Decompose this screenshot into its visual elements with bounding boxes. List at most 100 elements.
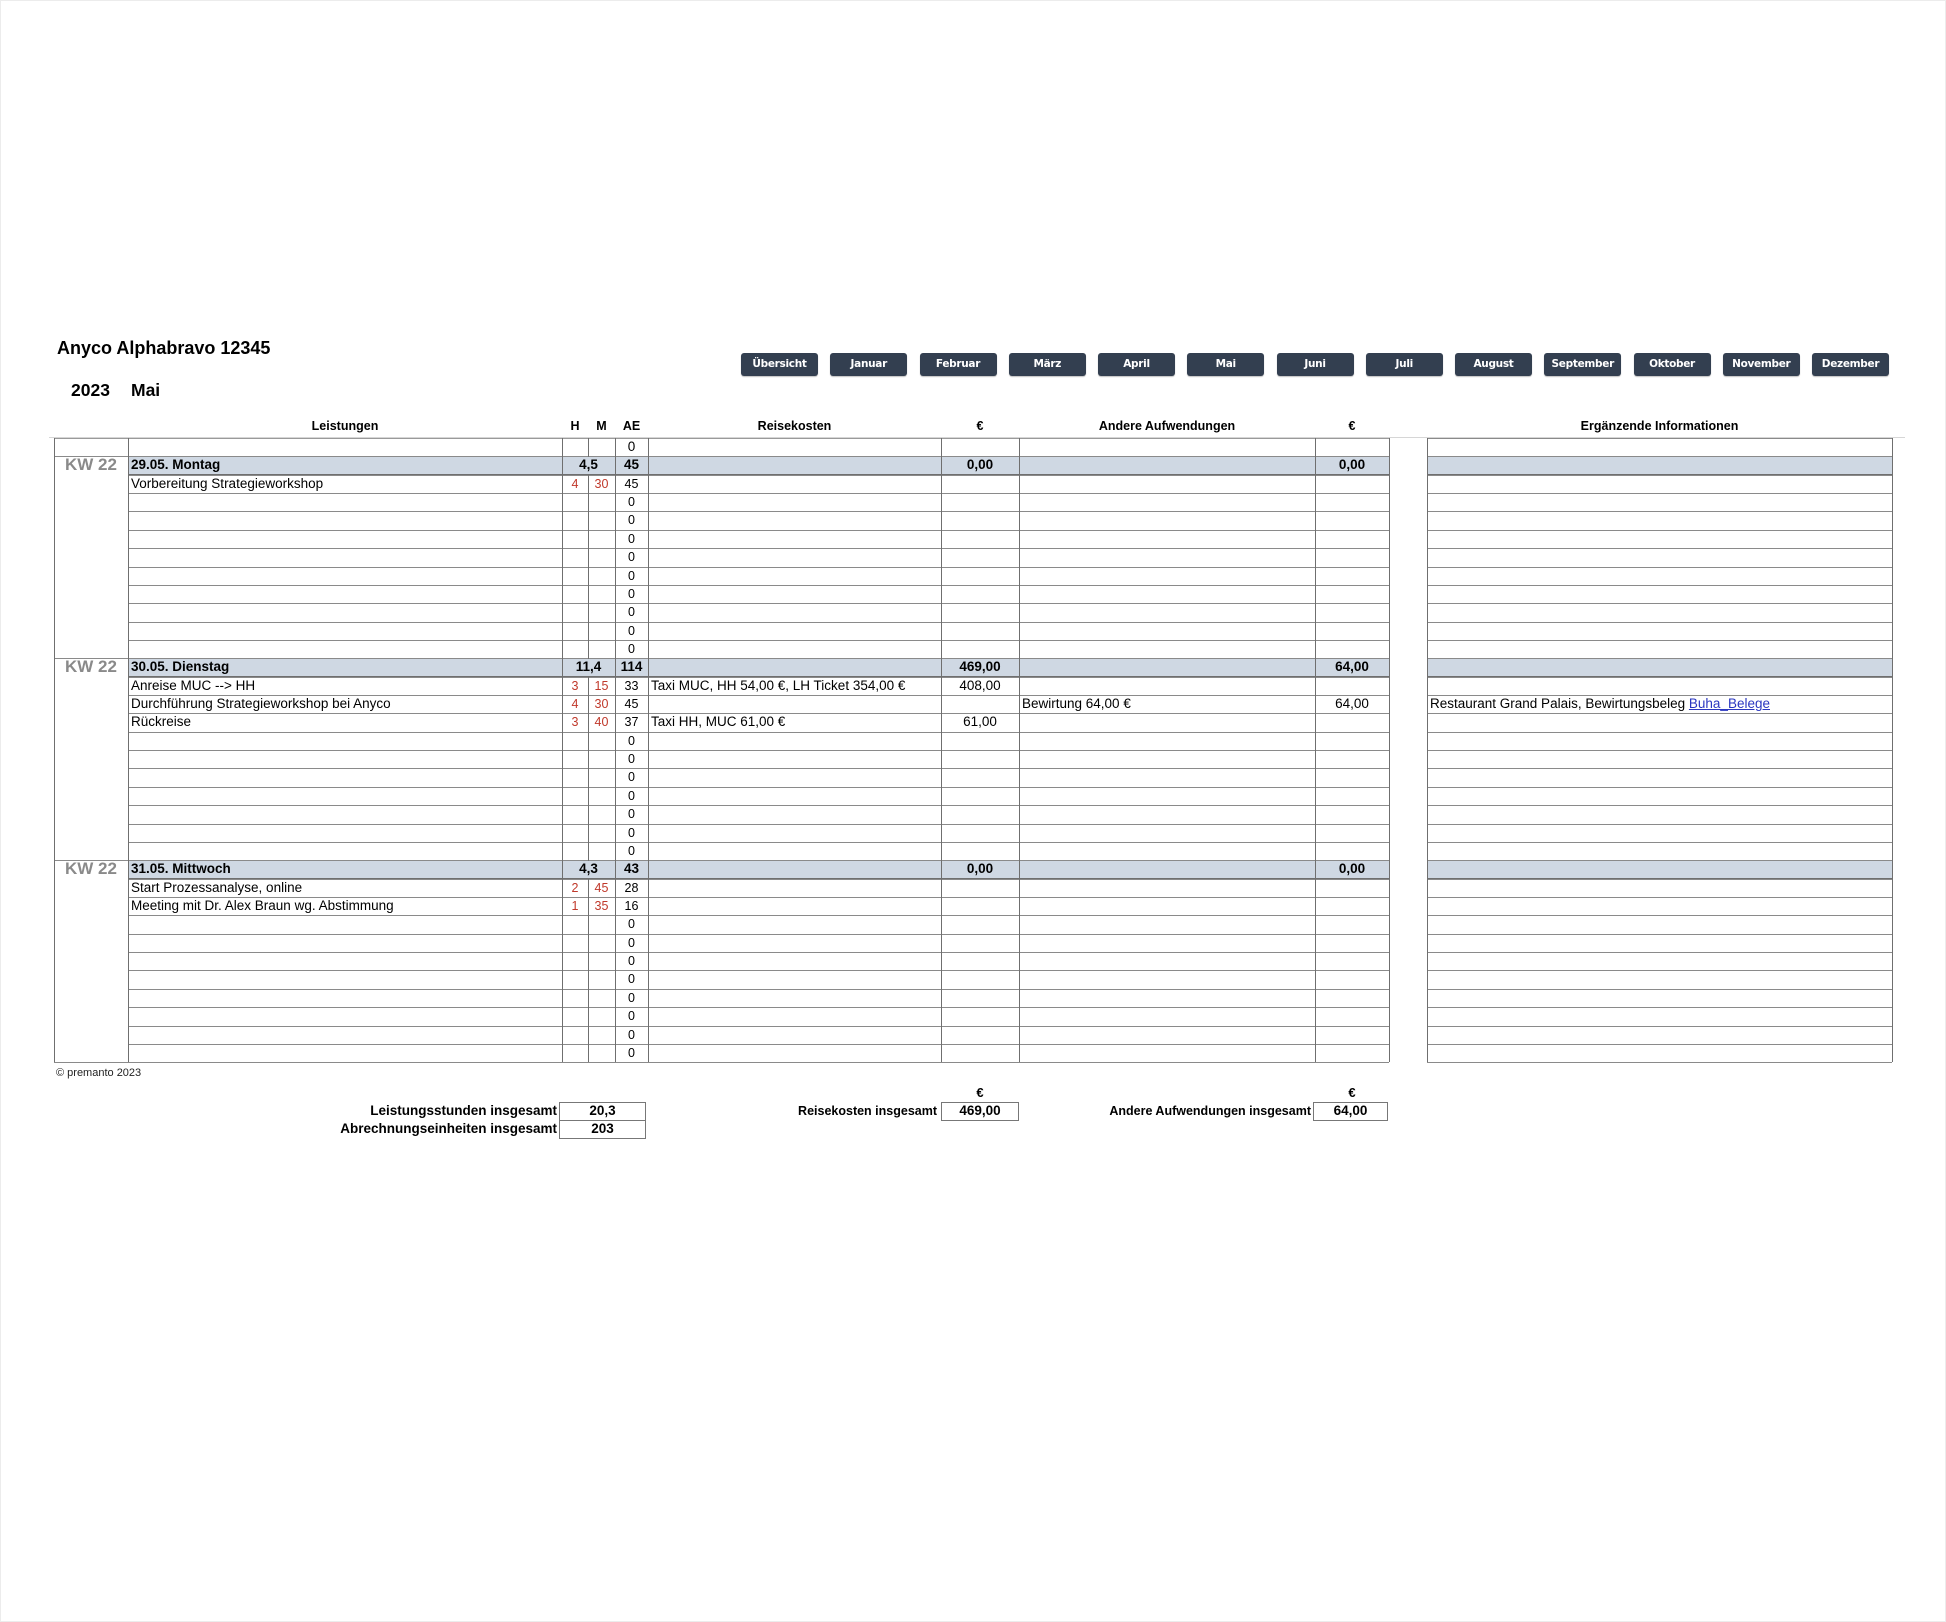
info-cell[interactable]: Restaurant Grand Palais, Bewirtungsbeleg… bbox=[1430, 695, 1890, 713]
ae-cell: 0 bbox=[628, 550, 635, 565]
ae-cell: 0 bbox=[628, 641, 635, 656]
info-row-line bbox=[1427, 933, 1892, 935]
row-line bbox=[128, 933, 1389, 935]
row-line bbox=[128, 529, 1389, 531]
ae-cell: 0 bbox=[628, 1045, 635, 1060]
year-label: 2023 bbox=[71, 380, 110, 400]
day-hours: 11,4 bbox=[575, 659, 602, 675]
client-title: Anyco Alphabravo 12345 bbox=[57, 338, 271, 358]
month-button-oktober[interactable]: Oktober bbox=[1633, 353, 1711, 376]
month-button-september[interactable]: September bbox=[1544, 353, 1622, 376]
reisekosten-cell[interactable]: Taxi HH, MUC 61,00 € bbox=[651, 713, 939, 731]
info-row-line bbox=[1427, 474, 1892, 476]
month-label: Mai bbox=[131, 380, 161, 400]
ae-cell: 0 bbox=[628, 807, 635, 822]
row-line bbox=[128, 841, 1389, 843]
month-button-november[interactable]: November bbox=[1722, 353, 1800, 376]
carry-row-ae: 0 bbox=[627, 439, 636, 454]
leistung-cell[interactable]: Vorbereitung Strategieworkshop bbox=[131, 475, 560, 493]
info-row-line bbox=[1427, 750, 1892, 752]
month-button-februar[interactable]: Februar bbox=[919, 353, 997, 376]
row-line bbox=[128, 750, 1389, 752]
calendar-week-label: KW 22 bbox=[65, 859, 117, 879]
day-andere-total: 64,00 bbox=[1335, 659, 1369, 675]
minutes-cell[interactable]: 45 bbox=[588, 879, 615, 897]
info-row-line bbox=[1427, 805, 1892, 807]
info-row-line bbox=[1427, 1062, 1892, 1064]
month-button-april[interactable]: April bbox=[1098, 353, 1175, 376]
minutes-cell[interactable]: 15 bbox=[588, 677, 615, 695]
month-button-uebersicht[interactable]: Übersicht bbox=[741, 353, 818, 376]
hours-cell[interactable]: 2 bbox=[562, 879, 588, 897]
hours-cell[interactable]: 1 bbox=[562, 897, 588, 915]
info-row-line bbox=[1427, 713, 1892, 715]
month-button-maerz[interactable]: März bbox=[1008, 353, 1086, 376]
day-header-row bbox=[128, 658, 1389, 677]
month-button-dezember[interactable]: Dezember bbox=[1812, 353, 1889, 376]
column-line bbox=[588, 438, 589, 1063]
minutes-cell[interactable]: 35 bbox=[588, 897, 615, 915]
row-line bbox=[128, 1043, 1389, 1045]
info-link[interactable]: Buha_Belege bbox=[1689, 696, 1770, 711]
hours-cell[interactable]: 4 bbox=[562, 695, 588, 713]
ae-cell: 0 bbox=[628, 917, 635, 932]
ae-cell: 0 bbox=[628, 733, 635, 748]
reisekosten-eur-cell[interactable]: 61,00 bbox=[941, 713, 1019, 731]
leistung-cell[interactable]: Start Prozessanalyse, online bbox=[131, 879, 560, 897]
month-button-januar[interactable]: Januar bbox=[830, 353, 908, 376]
leistung-cell[interactable]: Meeting mit Dr. Alex Braun wg. Abstimmun… bbox=[131, 897, 560, 915]
row-line bbox=[128, 511, 1389, 513]
info-row-line bbox=[1427, 841, 1892, 843]
column-line bbox=[128, 438, 129, 1063]
leistung-cell[interactable]: Durchführung Strategieworkshop bei Anyco bbox=[131, 695, 560, 713]
reisekosten-total: 469,00 bbox=[941, 1102, 1019, 1121]
row-line bbox=[128, 1007, 1389, 1009]
andere-eur-cell[interactable]: 64,00 bbox=[1315, 695, 1389, 713]
info-row-line bbox=[1427, 639, 1892, 641]
row-line bbox=[128, 805, 1389, 807]
hours-cell[interactable]: 4 bbox=[562, 475, 588, 493]
info-row-line bbox=[1427, 1025, 1892, 1027]
column-header-info: Ergänzende Informationen bbox=[1580, 419, 1739, 433]
column-header-reise-eur: € bbox=[976, 419, 984, 433]
column-header-h: H bbox=[570, 419, 580, 433]
reisekosten-eur-cell[interactable]: 408,00 bbox=[941, 677, 1019, 695]
column-header-m: M bbox=[596, 419, 607, 433]
column-header-andere-eur: € bbox=[1348, 419, 1356, 433]
month-button-august[interactable]: August bbox=[1455, 353, 1532, 376]
info-row-line bbox=[1427, 897, 1892, 898]
row-line bbox=[54, 860, 1389, 862]
ae-cell: 0 bbox=[628, 1009, 635, 1024]
hours-cell[interactable]: 3 bbox=[562, 713, 588, 731]
leistung-cell[interactable]: Rückreise bbox=[131, 713, 560, 731]
ae-cell: 0 bbox=[628, 825, 635, 840]
column-line bbox=[1315, 438, 1316, 1063]
reisekosten-cell[interactable]: Taxi MUC, HH 54,00 €, LH Ticket 354,00 € bbox=[651, 677, 939, 695]
day-header-row bbox=[128, 456, 1389, 475]
month-button-juni[interactable]: Juni bbox=[1276, 353, 1354, 376]
month-button-mai[interactable]: Mai bbox=[1187, 353, 1265, 376]
minutes-cell[interactable]: 30 bbox=[588, 695, 615, 713]
andere-cell[interactable]: Bewirtung 64,00 € bbox=[1022, 695, 1313, 713]
info-row-line bbox=[1427, 768, 1892, 770]
row-line bbox=[128, 915, 1389, 917]
minutes-cell[interactable]: 40 bbox=[588, 713, 615, 731]
info-row-line bbox=[1427, 878, 1892, 880]
row-line bbox=[128, 988, 1389, 990]
info-row-line bbox=[1427, 438, 1892, 439]
row-line bbox=[128, 768, 1389, 770]
month-button-juli[interactable]: Juli bbox=[1365, 353, 1443, 376]
day-header-row bbox=[128, 860, 1389, 879]
calendar-week-label: KW 22 bbox=[65, 455, 117, 475]
column-line bbox=[1019, 438, 1020, 1063]
leistung-cell[interactable]: Anreise MUC --> HH bbox=[131, 677, 560, 695]
info-row-line bbox=[1427, 584, 1892, 586]
info-row-line bbox=[1427, 456, 1892, 458]
column-header-leistungen: Leistungen bbox=[311, 419, 379, 433]
minutes-cell[interactable]: 30 bbox=[588, 475, 615, 493]
hours-cell[interactable]: 3 bbox=[562, 677, 588, 695]
andere-total-label: Andere Aufwendungen insgesamt bbox=[1109, 1104, 1311, 1118]
ae-cell: 0 bbox=[628, 788, 635, 803]
column-line bbox=[562, 438, 563, 1063]
row-line bbox=[128, 1025, 1389, 1027]
